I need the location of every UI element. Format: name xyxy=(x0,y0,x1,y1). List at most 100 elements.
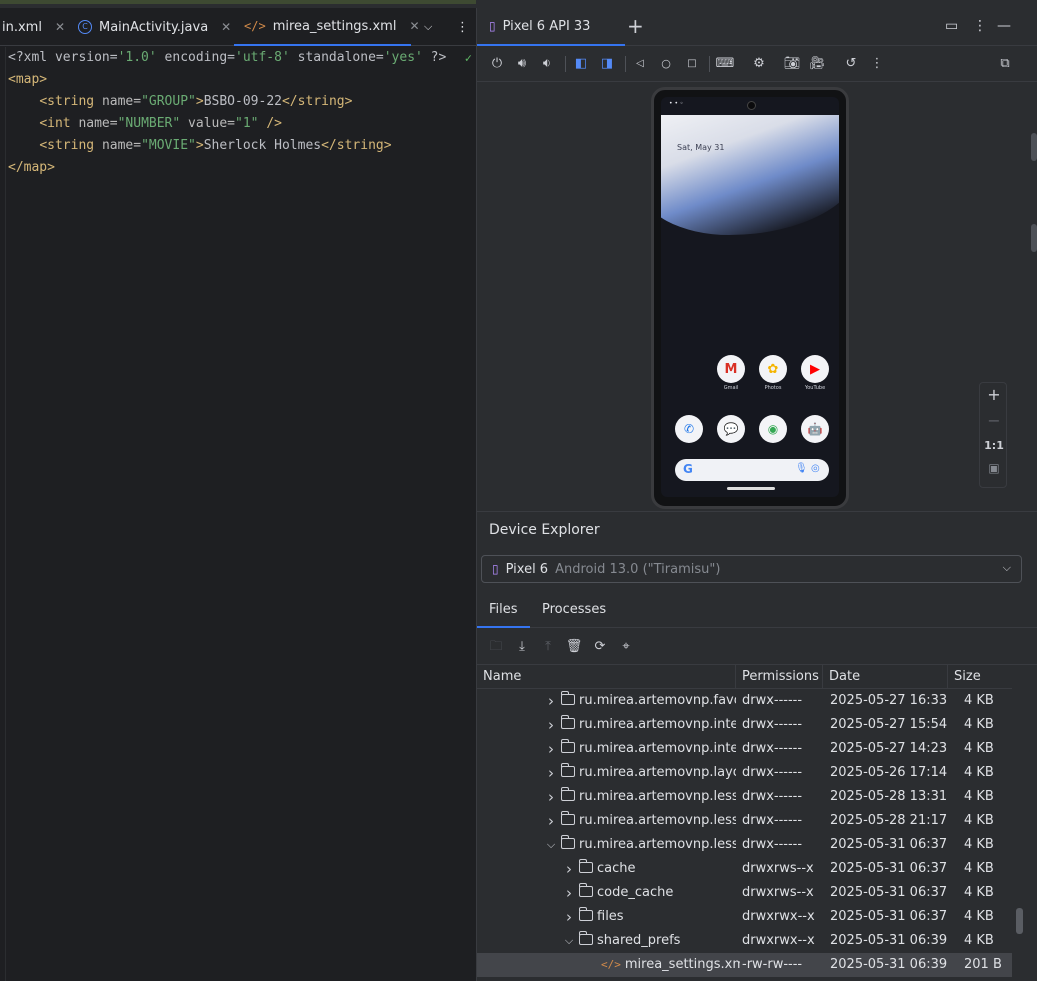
zoom-fit-icon[interactable]: ▣ xyxy=(980,461,1008,475)
date-cell: 2025-05-28 13:31 xyxy=(830,789,948,804)
app-icon[interactable]: ✆ xyxy=(675,415,703,443)
file-name-cell: code_cache xyxy=(579,881,736,905)
table-row[interactable]: </> mirea_settings.xml -rw-rw---- 2025-05-3… xyxy=(477,953,1012,977)
chevron-right-icon[interactable]: › xyxy=(545,737,557,761)
permissions-cell: drwxrws--x xyxy=(742,861,814,876)
tab-main-activity[interactable]: C MainActivity.java ✕ xyxy=(68,8,241,46)
folder-icon xyxy=(561,715,575,729)
app-label: YouTube xyxy=(804,385,826,391)
table-row[interactable]: › ru.mirea.artemovnp.intentapp drwx------ 2… xyxy=(477,713,1012,737)
chevron-right-icon[interactable]: › xyxy=(545,761,557,785)
table-row[interactable]: ⌵ shared_prefs drwxrwx--x 2025-05-31 06:39 4… xyxy=(477,929,1012,953)
chevron-right-icon[interactable]: › xyxy=(545,689,557,713)
close-icon[interactable]: ✕ xyxy=(55,20,65,34)
volume-down-icon[interactable]: 🔉︎ xyxy=(537,54,557,74)
file-name: code_cache xyxy=(597,885,674,900)
volume-up-icon[interactable]: 🔊︎ xyxy=(512,54,532,74)
upload-icon[interactable]: ⤒ xyxy=(539,638,557,656)
tabs-dropdown-button[interactable]: ⌵ xyxy=(414,8,442,46)
device-settings-icon[interactable]: ⚙ xyxy=(749,54,769,74)
app-icon[interactable]: ✿ xyxy=(759,355,787,383)
table-row[interactable]: › ru.mirea.artemovnp.lesson1 drwx------ 202… xyxy=(477,785,1012,809)
app-icon[interactable]: ▶ xyxy=(801,355,829,383)
chevron-down-icon[interactable]: ⌵ xyxy=(563,929,575,953)
device-selector[interactable]: ▯ Pixel 6 Android 13.0 ("Tiramisu") ⌵ xyxy=(481,555,1022,583)
xml-icon: </> xyxy=(244,19,266,33)
code-token: 'utf-8' xyxy=(235,50,290,65)
chevron-right-icon[interactable]: › xyxy=(545,713,557,737)
permissions-cell: drwx------ xyxy=(742,693,803,708)
minimize-icon[interactable]: — xyxy=(997,18,1011,34)
code-editor[interactable]: <?xml version='1.0' encoding='utf-8' sta… xyxy=(0,47,476,981)
tab-processes[interactable]: Processes xyxy=(530,594,618,628)
refresh-icon[interactable]: ⟳ xyxy=(591,638,609,656)
scrollbar-thumb[interactable] xyxy=(1016,908,1023,934)
code-token: encoding= xyxy=(156,50,235,65)
app-label: Photos xyxy=(764,385,782,391)
table-row[interactable]: › code_cache drwxrws--x 2025-05-31 06:37 4 K… xyxy=(477,881,1012,905)
more-vertical-icon[interactable]: ⋮ xyxy=(867,54,887,74)
window-restore-icon[interactable]: ▭ xyxy=(945,18,958,34)
keyboard-icon[interactable]: ⌨ xyxy=(715,54,735,74)
table-row[interactable]: › ru.mirea.artemovnp.lesson2 drwx------ 202… xyxy=(477,809,1012,833)
chevron-right-icon[interactable]: › xyxy=(563,905,575,929)
app-icon[interactable]: M xyxy=(717,355,745,383)
table-row[interactable]: › ru.mirea.artemovnp.favourite drwx------ 2… xyxy=(477,689,1012,713)
snapshot-icon[interactable]: ↺ xyxy=(841,54,861,74)
column-size[interactable]: Size xyxy=(948,665,1012,689)
folder-icon xyxy=(579,907,593,921)
home-icon[interactable]: ○ xyxy=(656,54,676,74)
tab-mirea-settings[interactable]: </> mirea_settings.xml ✕ xyxy=(234,8,420,46)
rotate-left-icon[interactable]: ◧ xyxy=(571,54,591,74)
more-tabs-button[interactable]: ⋮ xyxy=(446,8,479,46)
zoom-in-icon[interactable]: + xyxy=(980,385,1008,404)
tab-files[interactable]: Files xyxy=(477,594,530,628)
chevron-right-icon[interactable]: › xyxy=(563,857,575,881)
inspection-ok-icon[interactable]: ✓ xyxy=(465,51,472,65)
power-icon[interactable]: ⏻ xyxy=(487,54,507,74)
close-icon[interactable]: ✕ xyxy=(221,20,231,34)
code-token: ?> xyxy=(422,50,447,65)
tab-in-xml[interactable]: in.xml ✕ xyxy=(0,8,75,46)
column-permissions[interactable]: Permissions xyxy=(736,665,823,689)
code-token: <int xyxy=(39,116,79,131)
tab-pixel6-emulator[interactable]: ▯ Pixel 6 API 33 xyxy=(477,8,625,46)
chevron-right-icon[interactable]: › xyxy=(545,809,557,833)
more-vertical-icon[interactable]: ⋮ xyxy=(973,18,987,34)
delete-icon[interactable]: 🗑︎ xyxy=(565,638,583,656)
camera-icon[interactable]: 📷︎ xyxy=(782,54,802,74)
column-name[interactable]: Name xyxy=(477,665,736,689)
zoom-actual-size[interactable]: 1:1 xyxy=(980,439,1008,452)
size-cell: 201 B xyxy=(964,957,1002,972)
table-row[interactable]: ⌵ ru.mirea.artemovnp.lesson6 drwx------ 202… xyxy=(477,833,1012,857)
google-search-bar[interactable]: G 🎙︎ ◎ xyxy=(675,459,829,481)
add-device-icon[interactable]: + xyxy=(627,14,644,38)
phone-screen[interactable]: • • ◦ Sat, May 31 M Gmail ✿ Photos ▶ YouTube ✆… xyxy=(661,97,839,497)
overview-icon[interactable]: □ xyxy=(682,54,702,74)
chevron-down-icon[interactable]: ⌵ xyxy=(545,833,557,857)
rotate-right-icon[interactable]: ◨ xyxy=(597,54,617,74)
app-icon[interactable]: ◉ xyxy=(759,415,787,443)
side-handle[interactable] xyxy=(1031,224,1037,252)
table-row[interactable]: › ru.mirea.artemovnp.intentfilter drwx----… xyxy=(477,737,1012,761)
side-handle[interactable] xyxy=(1031,133,1037,161)
google-g-icon: G xyxy=(683,462,693,476)
folder-icon xyxy=(561,739,575,753)
device-mirroring-icon[interactable]: ⧉ xyxy=(995,54,1015,74)
zoom-out-icon[interactable]: − xyxy=(980,411,1008,430)
locate-icon[interactable]: ⌖ xyxy=(617,638,635,656)
back-icon[interactable]: ◁ xyxy=(630,54,650,74)
new-folder-icon[interactable]: 🗀 xyxy=(487,638,505,656)
chevron-right-icon[interactable]: › xyxy=(545,785,557,809)
app-icon[interactable]: 💬 xyxy=(717,415,745,443)
column-date[interactable]: Date xyxy=(823,665,948,689)
table-row[interactable]: › ru.mirea.artemovnp.layouttype drwx------… xyxy=(477,761,1012,785)
chevron-right-icon[interactable]: › xyxy=(563,881,575,905)
download-icon[interactable]: ⤓ xyxy=(513,638,531,656)
front-camera xyxy=(747,101,756,110)
table-row[interactable]: › cache drwxrws--x 2025-05-31 06:37 4 KB xyxy=(477,857,1012,881)
table-row[interactable]: › files drwxrwx--x 2025-05-31 06:37 4 KB xyxy=(477,905,1012,929)
screen-record-icon[interactable]: 🎥︎ xyxy=(807,54,827,74)
app-icon[interactable]: 🤖 xyxy=(801,415,829,443)
code-line: </map> xyxy=(8,157,55,179)
